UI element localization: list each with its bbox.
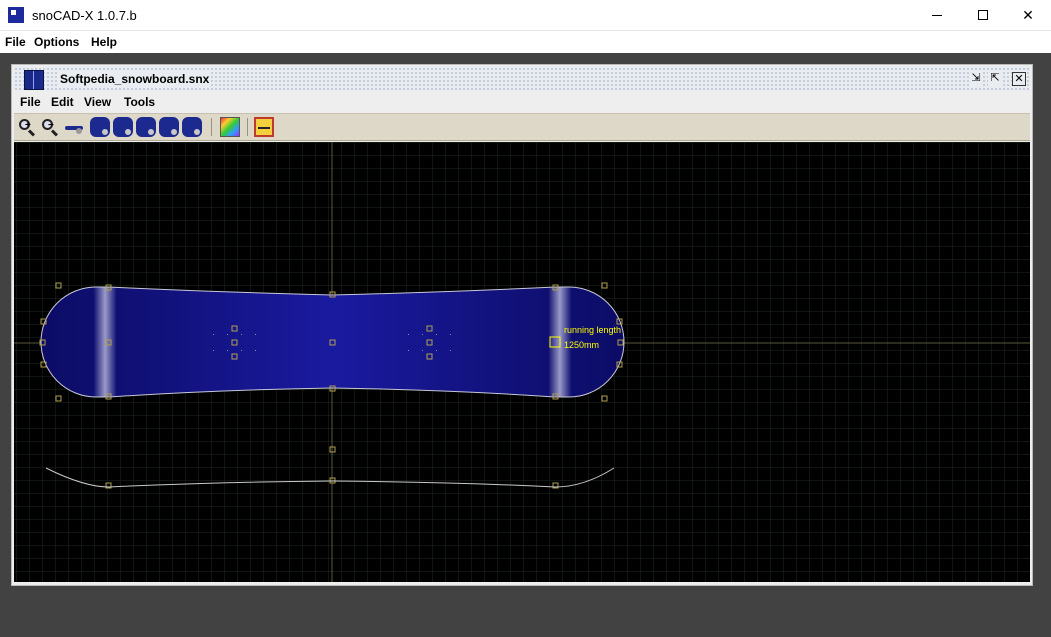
zoom-in-icon[interactable]: + bbox=[17, 117, 37, 137]
maximize-frame-button[interactable]: ⇱ bbox=[988, 72, 1002, 86]
maximize-button[interactable] bbox=[960, 0, 1006, 30]
pan-icon[interactable] bbox=[64, 117, 84, 137]
board-edit-2-icon[interactable] bbox=[136, 117, 156, 137]
drawing-canvas[interactable]: running length 1250mm bbox=[14, 142, 1030, 582]
board-edit-3-icon[interactable] bbox=[159, 117, 179, 137]
doc-menu-file[interactable]: File bbox=[20, 95, 41, 109]
board-side-icon[interactable] bbox=[182, 117, 202, 137]
restore-frame-button[interactable]: ⇲ bbox=[969, 72, 983, 86]
doc-menu-edit[interactable]: Edit bbox=[51, 95, 74, 109]
desktop-background bbox=[0, 586, 1051, 637]
doc-menu-tools[interactable]: Tools bbox=[124, 95, 155, 109]
ruler-icon[interactable] bbox=[254, 117, 274, 137]
zoom-out-icon[interactable]: − bbox=[40, 117, 60, 137]
running-length-value: 1250mm bbox=[564, 340, 599, 350]
close-button[interactable]: ✕ bbox=[1005, 0, 1051, 30]
toolbar-separator bbox=[211, 118, 212, 136]
color-palette-icon[interactable] bbox=[220, 117, 240, 137]
window-titlebar: snoCAD-X 1.0.7.b ✕ bbox=[0, 0, 1051, 31]
close-icon: ✕ bbox=[1022, 6, 1034, 23]
document-title: Softpedia_snowboard.snx bbox=[58, 72, 212, 86]
close-frame-button[interactable]: ✕ bbox=[1012, 72, 1026, 86]
toolbar-separator bbox=[247, 118, 248, 136]
menu-file[interactable]: File bbox=[5, 35, 26, 49]
snocad-app-icon bbox=[8, 7, 24, 23]
document-titlebar[interactable]: Softpedia_snowboard.snx ⇲ ⇱ ✕ bbox=[14, 67, 1030, 91]
running-length-label: running length bbox=[564, 325, 621, 335]
restore-icon: ⇲ bbox=[971, 72, 981, 84]
doc-menu-view[interactable]: View bbox=[84, 95, 111, 109]
document-frame: Softpedia_snowboard.snx ⇲ ⇱ ✕ File Edit … bbox=[11, 64, 1033, 586]
menu-options[interactable]: Options bbox=[34, 35, 79, 49]
board-view-icon[interactable] bbox=[90, 117, 110, 137]
canvas-drawing: running length 1250mm bbox=[14, 142, 1030, 582]
document-icon bbox=[24, 70, 44, 90]
board-edit-icon[interactable] bbox=[113, 117, 133, 137]
maximize-icon bbox=[978, 10, 988, 20]
window-title: snoCAD-X 1.0.7.b bbox=[32, 8, 137, 23]
document-toolbar: + − bbox=[14, 113, 1030, 141]
close-frame-icon: ✕ bbox=[1014, 73, 1024, 85]
menu-help[interactable]: Help bbox=[91, 35, 117, 49]
document-menubar: File Edit View Tools bbox=[14, 92, 1030, 112]
minimize-icon bbox=[932, 14, 942, 16]
snowboard-outline[interactable] bbox=[40, 286, 625, 398]
main-menubar: File Options Help bbox=[0, 31, 1051, 53]
maximize-frame-icon: ⇱ bbox=[990, 72, 1000, 84]
minimize-button[interactable] bbox=[914, 0, 960, 30]
